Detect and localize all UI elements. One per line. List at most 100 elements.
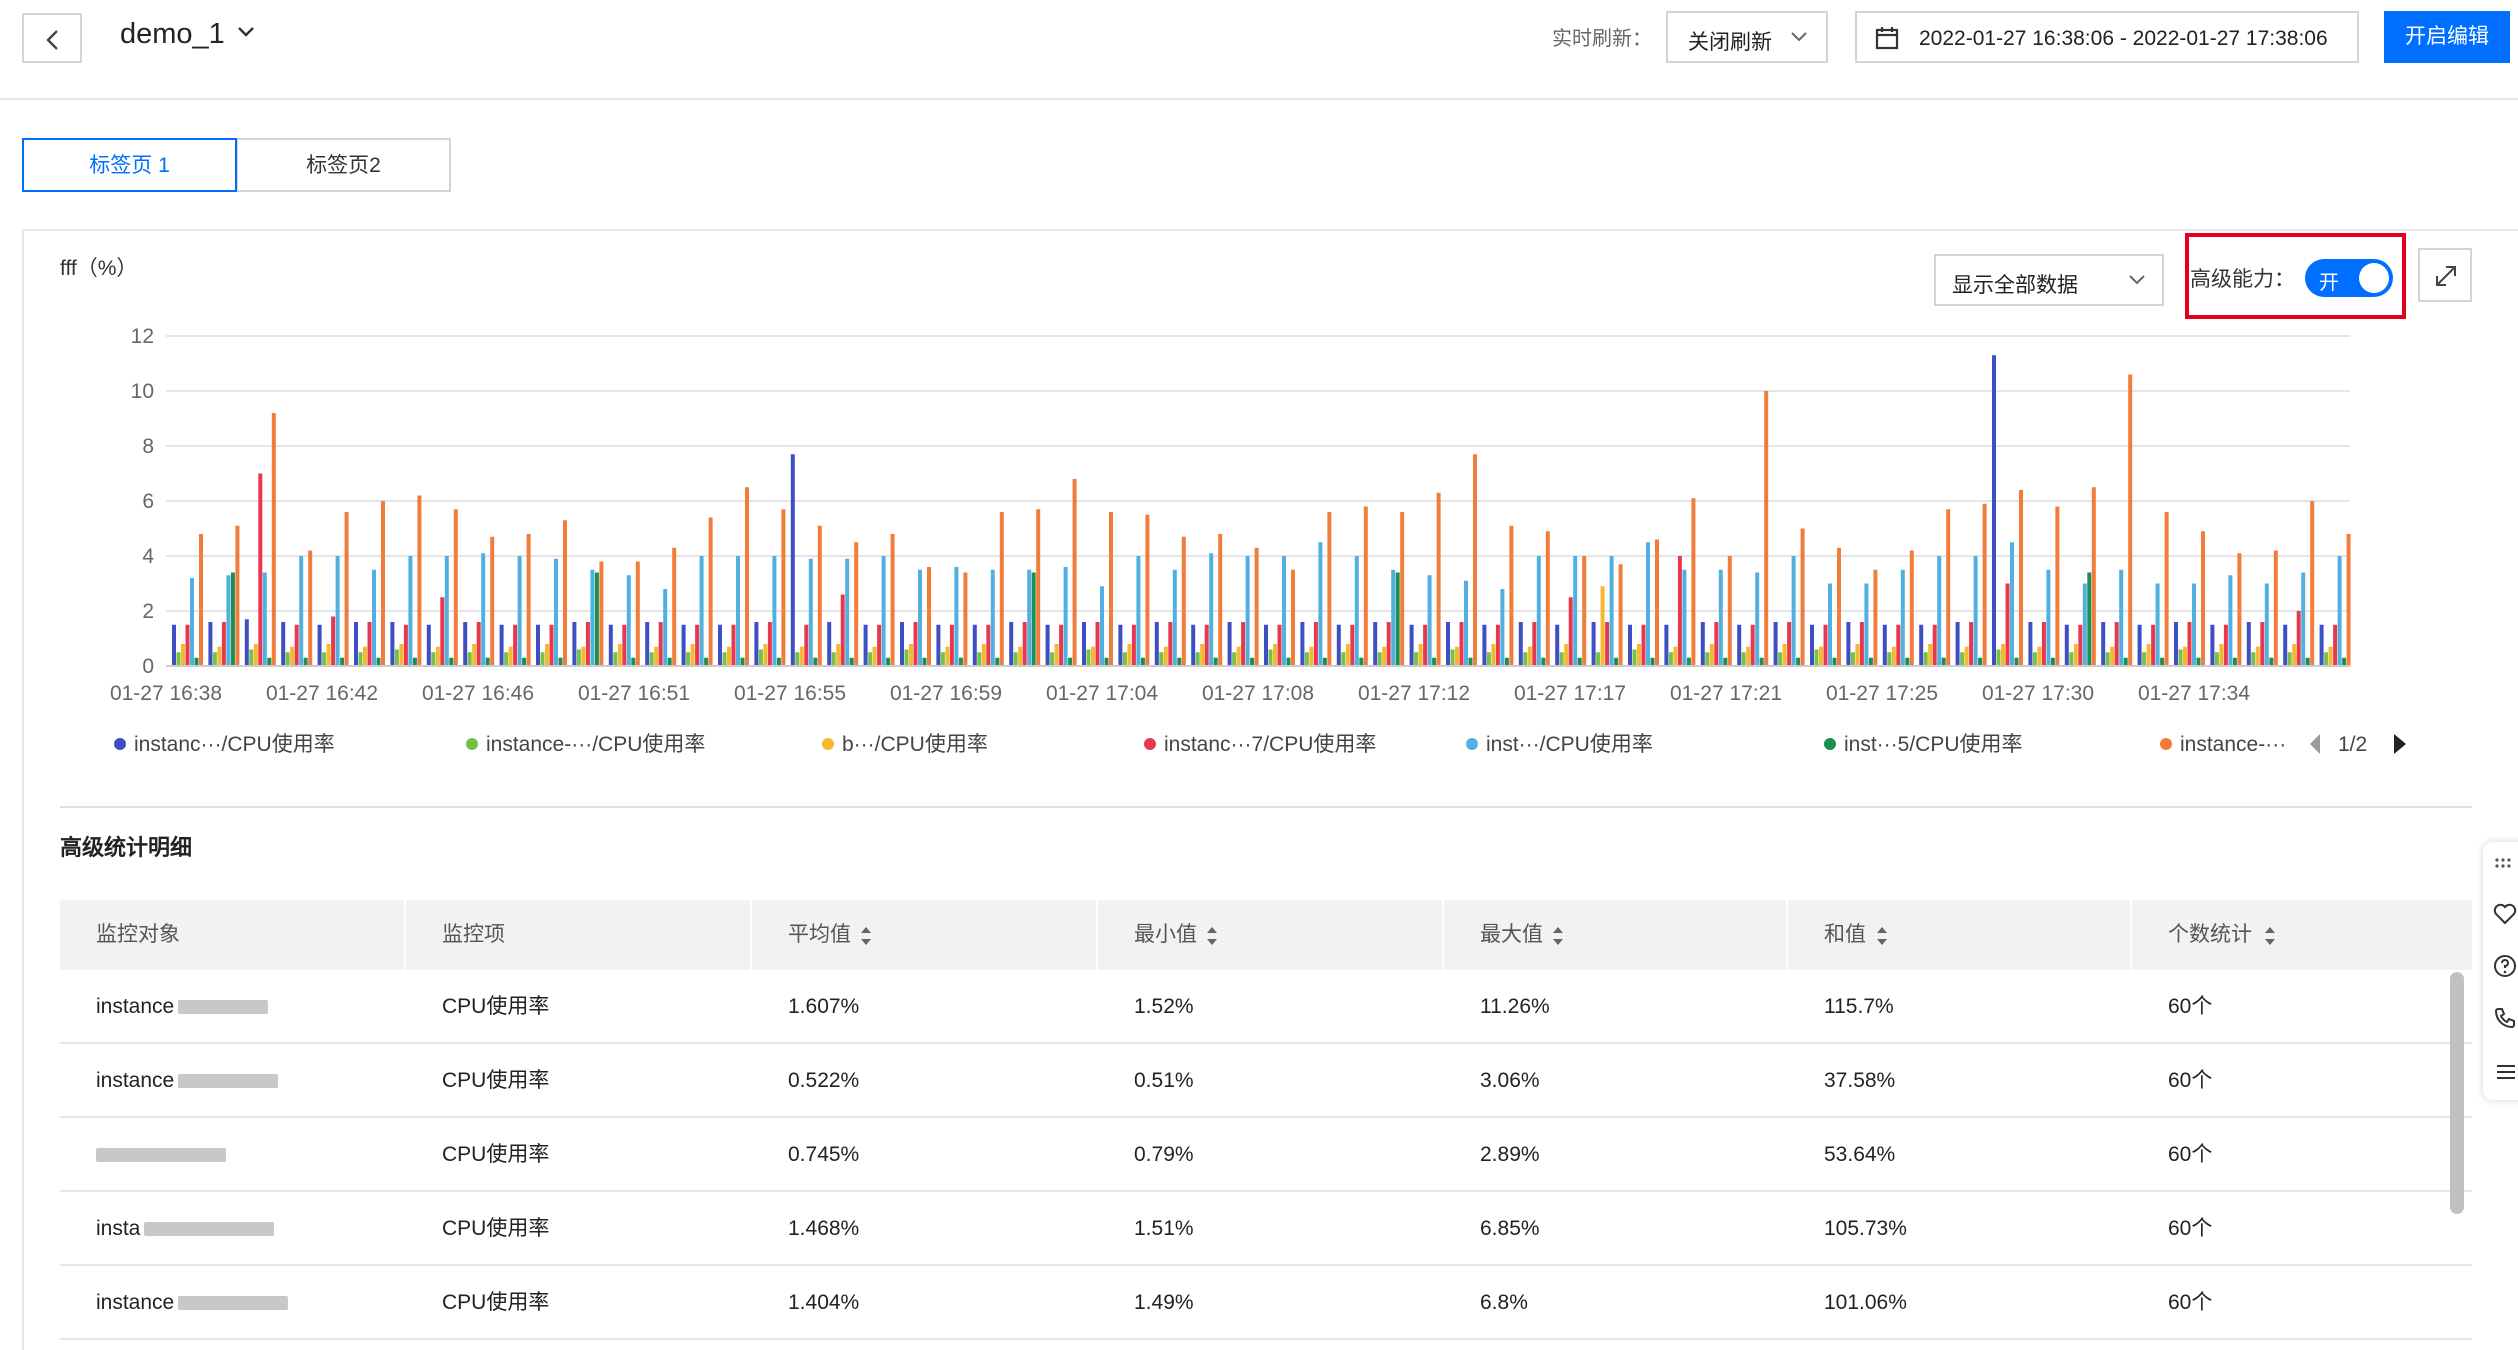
bar xyxy=(1354,556,1359,666)
bar xyxy=(1796,657,1801,666)
bar xyxy=(1072,479,1077,666)
refresh-select[interactable]: 关闭刷新 xyxy=(1666,11,1828,63)
cell-sum: 37.58% xyxy=(1824,1069,1896,1092)
object-name: insta xyxy=(96,1217,141,1240)
bar xyxy=(472,644,477,666)
bar xyxy=(863,624,868,666)
bar xyxy=(344,512,349,666)
bar xyxy=(504,652,509,666)
bar xyxy=(1013,652,1018,666)
column-header-count[interactable]: 个数统计 xyxy=(2132,900,2472,970)
column-header-max[interactable]: 最大值 xyxy=(1444,900,1788,970)
bar xyxy=(1172,569,1177,666)
sort-icon[interactable] xyxy=(2264,925,2276,947)
bar xyxy=(1232,652,1237,666)
bar xyxy=(1873,569,1878,666)
dashboard-name[interactable]: demo_1 xyxy=(120,18,225,51)
table-row: instance CPU使用率 1.607% 1.52% 11.26% 115.… xyxy=(60,970,2472,1044)
column-header-min-label: 最小值 xyxy=(1134,923,1197,946)
bar xyxy=(1909,550,1914,666)
tab-page-2[interactable]: 标签页2 xyxy=(236,138,451,192)
table-scrollbar[interactable] xyxy=(2450,972,2464,1214)
x-tick-label: 01-27 16:46 xyxy=(422,682,534,705)
cell-object: instance xyxy=(60,1266,289,1340)
enable-edit-button[interactable]: 开启编辑 xyxy=(2384,11,2510,63)
bar xyxy=(1782,644,1787,666)
bar xyxy=(2237,553,2242,666)
bar xyxy=(1359,657,1364,666)
bar xyxy=(790,454,795,666)
bar xyxy=(267,657,272,666)
bar xyxy=(890,534,895,666)
bar xyxy=(2110,646,2115,666)
bar xyxy=(690,644,695,666)
bar xyxy=(881,556,886,666)
cell-metric: CPU使用率 xyxy=(442,1143,550,1166)
bar xyxy=(900,622,904,666)
bar xyxy=(431,652,436,666)
bar xyxy=(1468,657,1473,666)
bar xyxy=(444,556,449,666)
bar xyxy=(326,644,331,666)
bar xyxy=(1122,652,1127,666)
bar xyxy=(1727,556,1732,666)
column-header-min[interactable]: 最小值 xyxy=(1098,900,1444,970)
heart-icon[interactable] xyxy=(2493,902,2517,926)
bar xyxy=(1236,646,1241,666)
sort-icon[interactable] xyxy=(1876,925,1888,947)
bar xyxy=(2082,583,2087,666)
bar xyxy=(2273,550,2278,666)
bar xyxy=(585,622,590,666)
bar xyxy=(513,624,518,666)
bar xyxy=(1919,624,1924,666)
bar xyxy=(1978,657,1983,666)
bar xyxy=(754,622,759,666)
bar xyxy=(1145,514,1150,666)
tab-page-1[interactable]: 标签页 1 xyxy=(22,138,237,192)
column-header-avg[interactable]: 平均值 xyxy=(752,900,1098,970)
drag-handle-icon[interactable] xyxy=(2493,856,2513,870)
bar xyxy=(745,487,749,666)
data-filter-select[interactable]: 显示全部数据 xyxy=(1934,254,2164,306)
bar xyxy=(2050,657,2055,666)
bar xyxy=(1969,622,1974,666)
back-button[interactable] xyxy=(22,13,82,63)
phone-icon[interactable] xyxy=(2493,1006,2517,1030)
bar xyxy=(481,553,486,666)
legend-label: inst···/CPU使用率 xyxy=(1486,733,1653,756)
bar xyxy=(940,652,945,666)
legend-marker xyxy=(466,738,478,750)
advanced-toggle[interactable]: 开 xyxy=(2305,259,2393,297)
list-icon[interactable] xyxy=(2493,1060,2517,1084)
bar xyxy=(1545,531,1550,666)
bar xyxy=(262,572,267,666)
x-tick-label: 01-27 17:17 xyxy=(1514,682,1626,705)
sort-icon[interactable] xyxy=(1552,925,1564,947)
time-range-picker[interactable]: 2022-01-27 16:38:06 - 2022-01-27 17:38:0… xyxy=(1855,11,2359,63)
bar xyxy=(927,567,931,666)
bar xyxy=(999,512,1004,666)
bar xyxy=(2328,646,2333,666)
help-icon[interactable] xyxy=(2493,954,2517,978)
x-tick-label: 01-27 17:21 xyxy=(1670,682,1782,705)
bar xyxy=(831,652,836,666)
legend-marker xyxy=(1144,738,1156,750)
sort-icon[interactable] xyxy=(1206,925,1218,947)
bar xyxy=(1700,622,1705,666)
bar xyxy=(390,622,395,666)
redacted-mask xyxy=(96,1148,226,1163)
column-header-sum[interactable]: 和值 xyxy=(1788,900,2132,970)
bar xyxy=(1050,652,1055,666)
bar xyxy=(1455,646,1459,666)
sort-icon[interactable] xyxy=(860,925,872,947)
chart-title: fff（%） xyxy=(60,257,138,280)
bar xyxy=(2142,652,2147,666)
fullscreen-button[interactable] xyxy=(2418,248,2472,302)
cell-min: 1.52% xyxy=(1134,995,1194,1018)
bar xyxy=(954,567,959,666)
bar xyxy=(904,649,909,666)
bar xyxy=(2010,542,2014,666)
bar xyxy=(2123,657,2128,666)
chevron-down-icon[interactable] xyxy=(236,24,256,40)
bar xyxy=(1181,536,1186,666)
